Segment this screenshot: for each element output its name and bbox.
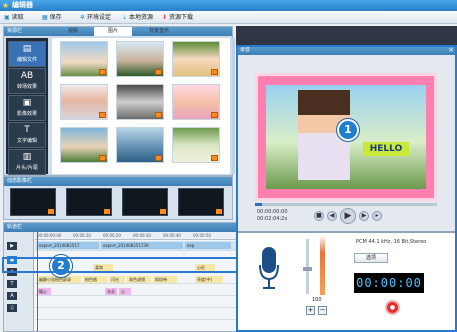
image-grid [52,38,230,174]
folder-open-icon: ▣ [4,14,10,21]
badge-icon [99,155,106,161]
video-track: export_2014082517 export_201408251739 ex… [35,241,236,251]
badge-icon [155,112,162,118]
download-icon: ⬇ [162,14,168,21]
timeline-panel: 轨道栏 ▶ ▣ ✦ T A ♫ 00:00:00:00 00:00:10 00:… [3,222,237,332]
timeline-clip[interactable]: 渐色滤镜 [127,276,151,283]
image-thumbnail[interactable] [116,84,164,120]
ruler-tick: 00:00:20 [103,233,121,238]
effect-sidebar: ▤ 编辑文件 AB 转场效果 ▣ 影像效果 T 文字编辑 ▥ 片头/片尾 [6,38,48,175]
ruler-tick: 00:00:00:00 [37,233,62,238]
sidebar-item-intro-outro[interactable]: ▥ 片头/片尾 [8,149,46,175]
film-icon: ▤ [22,44,32,54]
image-thumbnail[interactable] [60,127,108,163]
clapper-icon: ▥ [22,152,32,162]
app-title: 编辑器 [12,1,33,9]
image-thumbnail[interactable] [60,84,108,120]
image-thumbnail[interactable] [172,84,220,120]
gear-icon: ✲ [80,14,86,21]
timeline-header: 轨道栏 [4,223,236,232]
effect-thumbnail[interactable] [66,188,112,216]
timeline-clip[interactable]: 心 [119,288,131,295]
tab-music[interactable]: 背景音乐 [136,27,182,36]
sidebar-item-transition[interactable]: AB 转场效果 [8,68,46,94]
save-icon: ▦ [42,14,48,21]
timeline-clip[interactable]: 亮度(中) [195,276,223,283]
badge-icon [48,209,54,214]
image-thumbnail[interactable] [116,41,164,77]
playhead[interactable] [37,232,38,331]
text-track-icon[interactable]: T [7,280,17,288]
timeline-clip[interactable]: 闪光 [109,276,125,283]
effect-thumbnail[interactable] [122,188,168,216]
timeline-clip[interactable]: exp [185,242,231,249]
resource-panel: 资源栏 视频 图片 背景音乐 ▤ 编辑文件 AB 转场效果 ▣ 影像效果 T 文字编辑 … [3,26,235,176]
image-effect-icon: ▣ [22,98,32,108]
time-ruler[interactable]: 00:00:00:00 00:00:10 00:00:20 00:00:30 0… [35,232,236,240]
music-track [35,311,236,320]
effects-panel-header: 动态影像栏 [4,177,232,186]
open-menu[interactable]: ▣ 读取 [4,13,24,22]
timeline-clip[interactable]: 蝶心 [37,288,51,295]
ruler-tick: 00:00:40 [163,233,181,238]
effect-thumbnail[interactable] [178,188,224,216]
sidebar-item-edit-file[interactable]: ▤ 编辑文件 [8,41,46,67]
title-bar: ★ 编辑器 [0,0,457,11]
badge-icon [99,112,106,118]
text-icon: T [24,125,30,135]
title-track [35,299,236,308]
badge-icon [211,69,218,75]
badge-icon [99,69,106,75]
ab-icon: AB [20,71,34,81]
badge-icon [155,155,162,161]
video-track-icon[interactable]: ▶ [7,242,17,250]
music-track-icon[interactable]: ♫ [7,304,17,312]
badge-icon [216,209,222,214]
tab-video[interactable]: 视频 [54,27,92,36]
effect-track: 幽静小花粉色屏录 粉色格 闪光 渐色滤镜 斜纹带 亮度(中) [35,275,236,284]
highlight-frame-track [2,257,238,273]
save-menu[interactable]: ▦ 保存 [42,13,62,22]
timeline-clip[interactable]: export_2014082517 [37,242,99,249]
resource-download-menu[interactable]: ⬇ 资源下载 [162,13,193,22]
timeline-clip[interactable]: 斜纹带 [153,276,177,283]
effects-panel: 动态影像栏 [3,176,233,220]
app-logo-icon: ★ [2,1,10,10]
image-thumbnail[interactable] [172,127,220,163]
timeline-clip[interactable]: 粉色格 [83,276,107,283]
badge-icon [104,209,110,214]
grid-scrollbar[interactable] [232,38,235,174]
download-arrow-icon: ⇣ [122,14,128,21]
badge-icon [155,69,162,75]
badge-icon [211,155,218,161]
sidebar-item-text-edit[interactable]: T 文字编辑 [8,122,46,148]
effect-thumbnail[interactable] [10,188,56,216]
tab-image[interactable]: 图片 [94,27,132,36]
track-headers: ▶ ▣ ✦ T A ♫ [4,232,34,331]
ruler-tick: 00:00:50 [193,233,211,238]
menu-bar: ▣ 读取 ▦ 保存 ✲ 环境设定 ⇣ 本地资源 ⬇ 资源下载 [0,11,457,24]
timeline-clip[interactable]: 花朵 [105,288,117,295]
app-window: ★ 编辑器 ▣ 读取 ▦ 保存 ✲ 环境设定 ⇣ 本地资源 ⬇ 资源下载 资源栏 视频 图… [0,0,457,332]
image-thumbnail[interactable] [172,41,220,77]
title-track-icon[interactable]: A [7,292,17,300]
image-thumbnail[interactable] [116,127,164,163]
ruler-tick: 00:00:10 [73,233,91,238]
settings-menu[interactable]: ✲ 环境设定 [80,13,111,22]
sidebar-item-image-effect[interactable]: ▣ 影像效果 [8,95,46,121]
timeline-clip[interactable]: export_201408251739 [101,242,183,249]
badge-icon [211,112,218,118]
text-track: 蝶心 花朵 心 [35,287,236,296]
ruler-tick: 00:00:30 [133,233,151,238]
highlight-frame-preview [236,45,457,332]
timeline-clip[interactable]: 幽静小花粉色屏录 [37,276,81,283]
image-thumbnail[interactable] [60,41,108,77]
local-resource-menu[interactable]: ⇣ 本地资源 [122,13,153,22]
badge-icon [160,209,166,214]
